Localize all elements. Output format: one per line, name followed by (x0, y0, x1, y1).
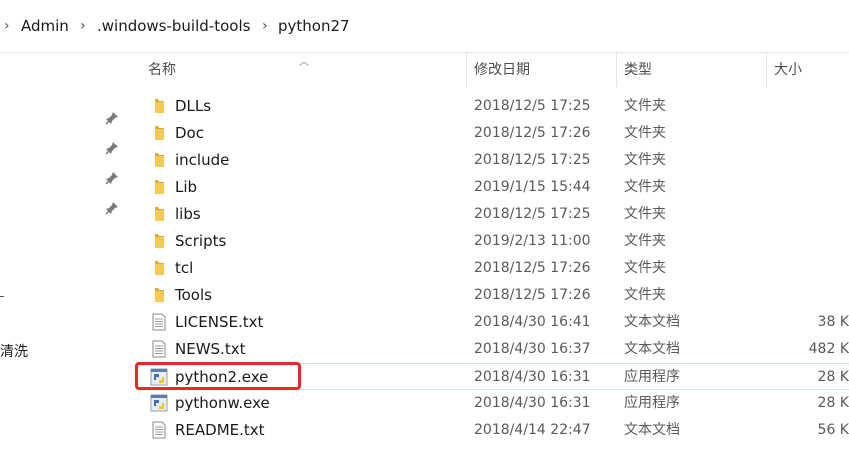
column-divider[interactable] (616, 53, 617, 87)
file-type: 文本文档 (624, 314, 680, 330)
file-name: LICENSE.txt (175, 313, 264, 331)
nav-item-label[interactable]: 清洗 (0, 341, 28, 361)
file-row[interactable]: Scripts 2019/2/13 11:00 文件夹 (136, 228, 849, 255)
folder-icon (150, 205, 168, 223)
file-type: 应用程序 (624, 395, 680, 411)
pin-icon[interactable] (104, 110, 120, 126)
file-name: Doc (175, 124, 204, 142)
folder-icon (150, 232, 168, 250)
file-name: Lib (175, 178, 198, 196)
python-exe-icon (150, 368, 168, 386)
file-date: 2018/4/30 16:31 (474, 369, 591, 385)
sort-ascending-icon: ︿ (299, 57, 309, 68)
file-size: 38 K (817, 314, 849, 330)
column-header-size[interactable]: 大小 (774, 60, 802, 80)
file-date: 2018/12/5 17:26 (474, 260, 591, 276)
column-header-type[interactable]: 类型 (624, 60, 652, 80)
folder-icon (150, 259, 168, 277)
pin-icon[interactable] (104, 170, 120, 186)
file-type: 文件夹 (624, 260, 666, 276)
file-name: tcl (175, 259, 194, 277)
file-date: 2019/1/15 15:44 (474, 179, 591, 195)
column-divider[interactable] (466, 53, 467, 87)
file-size: 28 K (817, 395, 849, 411)
address-bar[interactable]: › Admin › .windows-build-tools › python2… (0, 0, 849, 53)
breadcrumb-windows-build-tools[interactable]: .windows-build-tools (97, 16, 250, 36)
file-row[interactable]: libs 2018/12/5 17:25 文件夹 (136, 201, 849, 228)
text-file-icon (150, 313, 168, 331)
file-date: 2018/12/5 17:26 (474, 287, 591, 303)
text-file-icon (150, 421, 168, 439)
file-name: pythonw.exe (175, 394, 270, 412)
column-header-name[interactable]: 名称 (148, 60, 176, 80)
file-size: 56 K (817, 422, 849, 438)
file-type: 应用程序 (624, 369, 680, 385)
pin-icon[interactable] (104, 140, 120, 156)
column-header-date[interactable]: 修改日期 (474, 60, 530, 80)
folder-icon (150, 124, 168, 142)
file-name: Scripts (175, 232, 227, 250)
file-type: 文件夹 (624, 152, 666, 168)
file-date: 2018/12/5 17:25 (474, 206, 591, 222)
file-row[interactable]: NEWS.txt 2018/4/30 16:37 文本文档 482 K (136, 336, 849, 363)
file-name: libs (175, 205, 201, 223)
breadcrumb-python27[interactable]: python27 (278, 16, 350, 36)
file-date: 2018/4/30 16:37 (474, 341, 591, 357)
file-date: 2018/4/30 16:41 (474, 314, 591, 330)
file-row[interactable]: README.txt 2018/4/14 22:47 文本文档 56 K (136, 417, 849, 444)
file-name: include (175, 151, 230, 169)
file-list[interactable]: ︿ 名称 修改日期 类型 大小 DLLs 2018/12/5 17:25 文件夹 Do… (126, 53, 849, 464)
file-row[interactable]: Doc 2018/12/5 17:26 文件夹 (136, 120, 849, 147)
file-date: 2019/2/13 11:00 (474, 233, 591, 249)
file-name: Tools (175, 286, 212, 304)
file-type: 文件夹 (624, 287, 666, 303)
file-type: 文本文档 (624, 341, 680, 357)
file-date: 2018/4/14 22:47 (474, 422, 591, 438)
breadcrumb-separator[interactable]: › (262, 16, 268, 36)
folder-icon (150, 286, 168, 304)
breadcrumb-separator[interactable]: › (4, 16, 10, 36)
file-type: 文件夹 (624, 98, 666, 114)
folder-icon (150, 151, 168, 169)
text-file-icon (150, 340, 168, 358)
file-row[interactable]: LICENSE.txt 2018/4/30 16:41 文本文档 38 K (136, 309, 849, 336)
file-row[interactable]: python2.exe 2018/4/30 16:31 应用程序 28 K (136, 363, 849, 390)
file-name: README.txt (175, 421, 265, 439)
file-date: 2018/4/30 16:31 (474, 395, 591, 411)
file-row[interactable]: include 2018/12/5 17:25 文件夹 (136, 147, 849, 174)
folder-icon (150, 97, 168, 115)
file-date: 2018/12/5 17:25 (474, 152, 591, 168)
pin-icon[interactable] (104, 200, 120, 216)
file-name: NEWS.txt (175, 340, 246, 358)
column-divider[interactable] (766, 53, 767, 87)
file-row[interactable]: tcl 2018/12/5 17:26 文件夹 (136, 255, 849, 282)
file-type: 文件夹 (624, 233, 666, 249)
file-row[interactable]: pythonw.exe 2018/4/30 16:31 应用程序 28 K (136, 390, 849, 417)
breadcrumb-separator[interactable]: › (80, 16, 86, 36)
file-date: 2018/12/5 17:26 (474, 125, 591, 141)
file-row[interactable]: Lib 2019/1/15 15:44 文件夹 (136, 174, 849, 201)
file-size: 482 K (808, 341, 849, 357)
folder-icon (150, 178, 168, 196)
file-date: 2018/12/5 17:25 (474, 98, 591, 114)
file-type: 文本文档 (624, 422, 680, 438)
navigation-pane[interactable]: 清洗 (0, 53, 126, 464)
nav-divider (0, 296, 4, 297)
file-type: 文件夹 (624, 179, 666, 195)
file-type: 文件夹 (624, 206, 666, 222)
file-row[interactable]: DLLs 2018/12/5 17:25 文件夹 (136, 93, 849, 120)
breadcrumb-admin[interactable]: Admin (21, 16, 69, 36)
file-type: 文件夹 (624, 125, 666, 141)
file-row[interactable]: Tools 2018/12/5 17:26 文件夹 (136, 282, 849, 309)
python-exe-icon (150, 394, 168, 412)
file-name: DLLs (175, 97, 212, 115)
file-name: python2.exe (175, 368, 269, 386)
column-header-row: ︿ 名称 修改日期 类型 大小 (126, 53, 849, 87)
file-size: 28 K (817, 369, 849, 385)
